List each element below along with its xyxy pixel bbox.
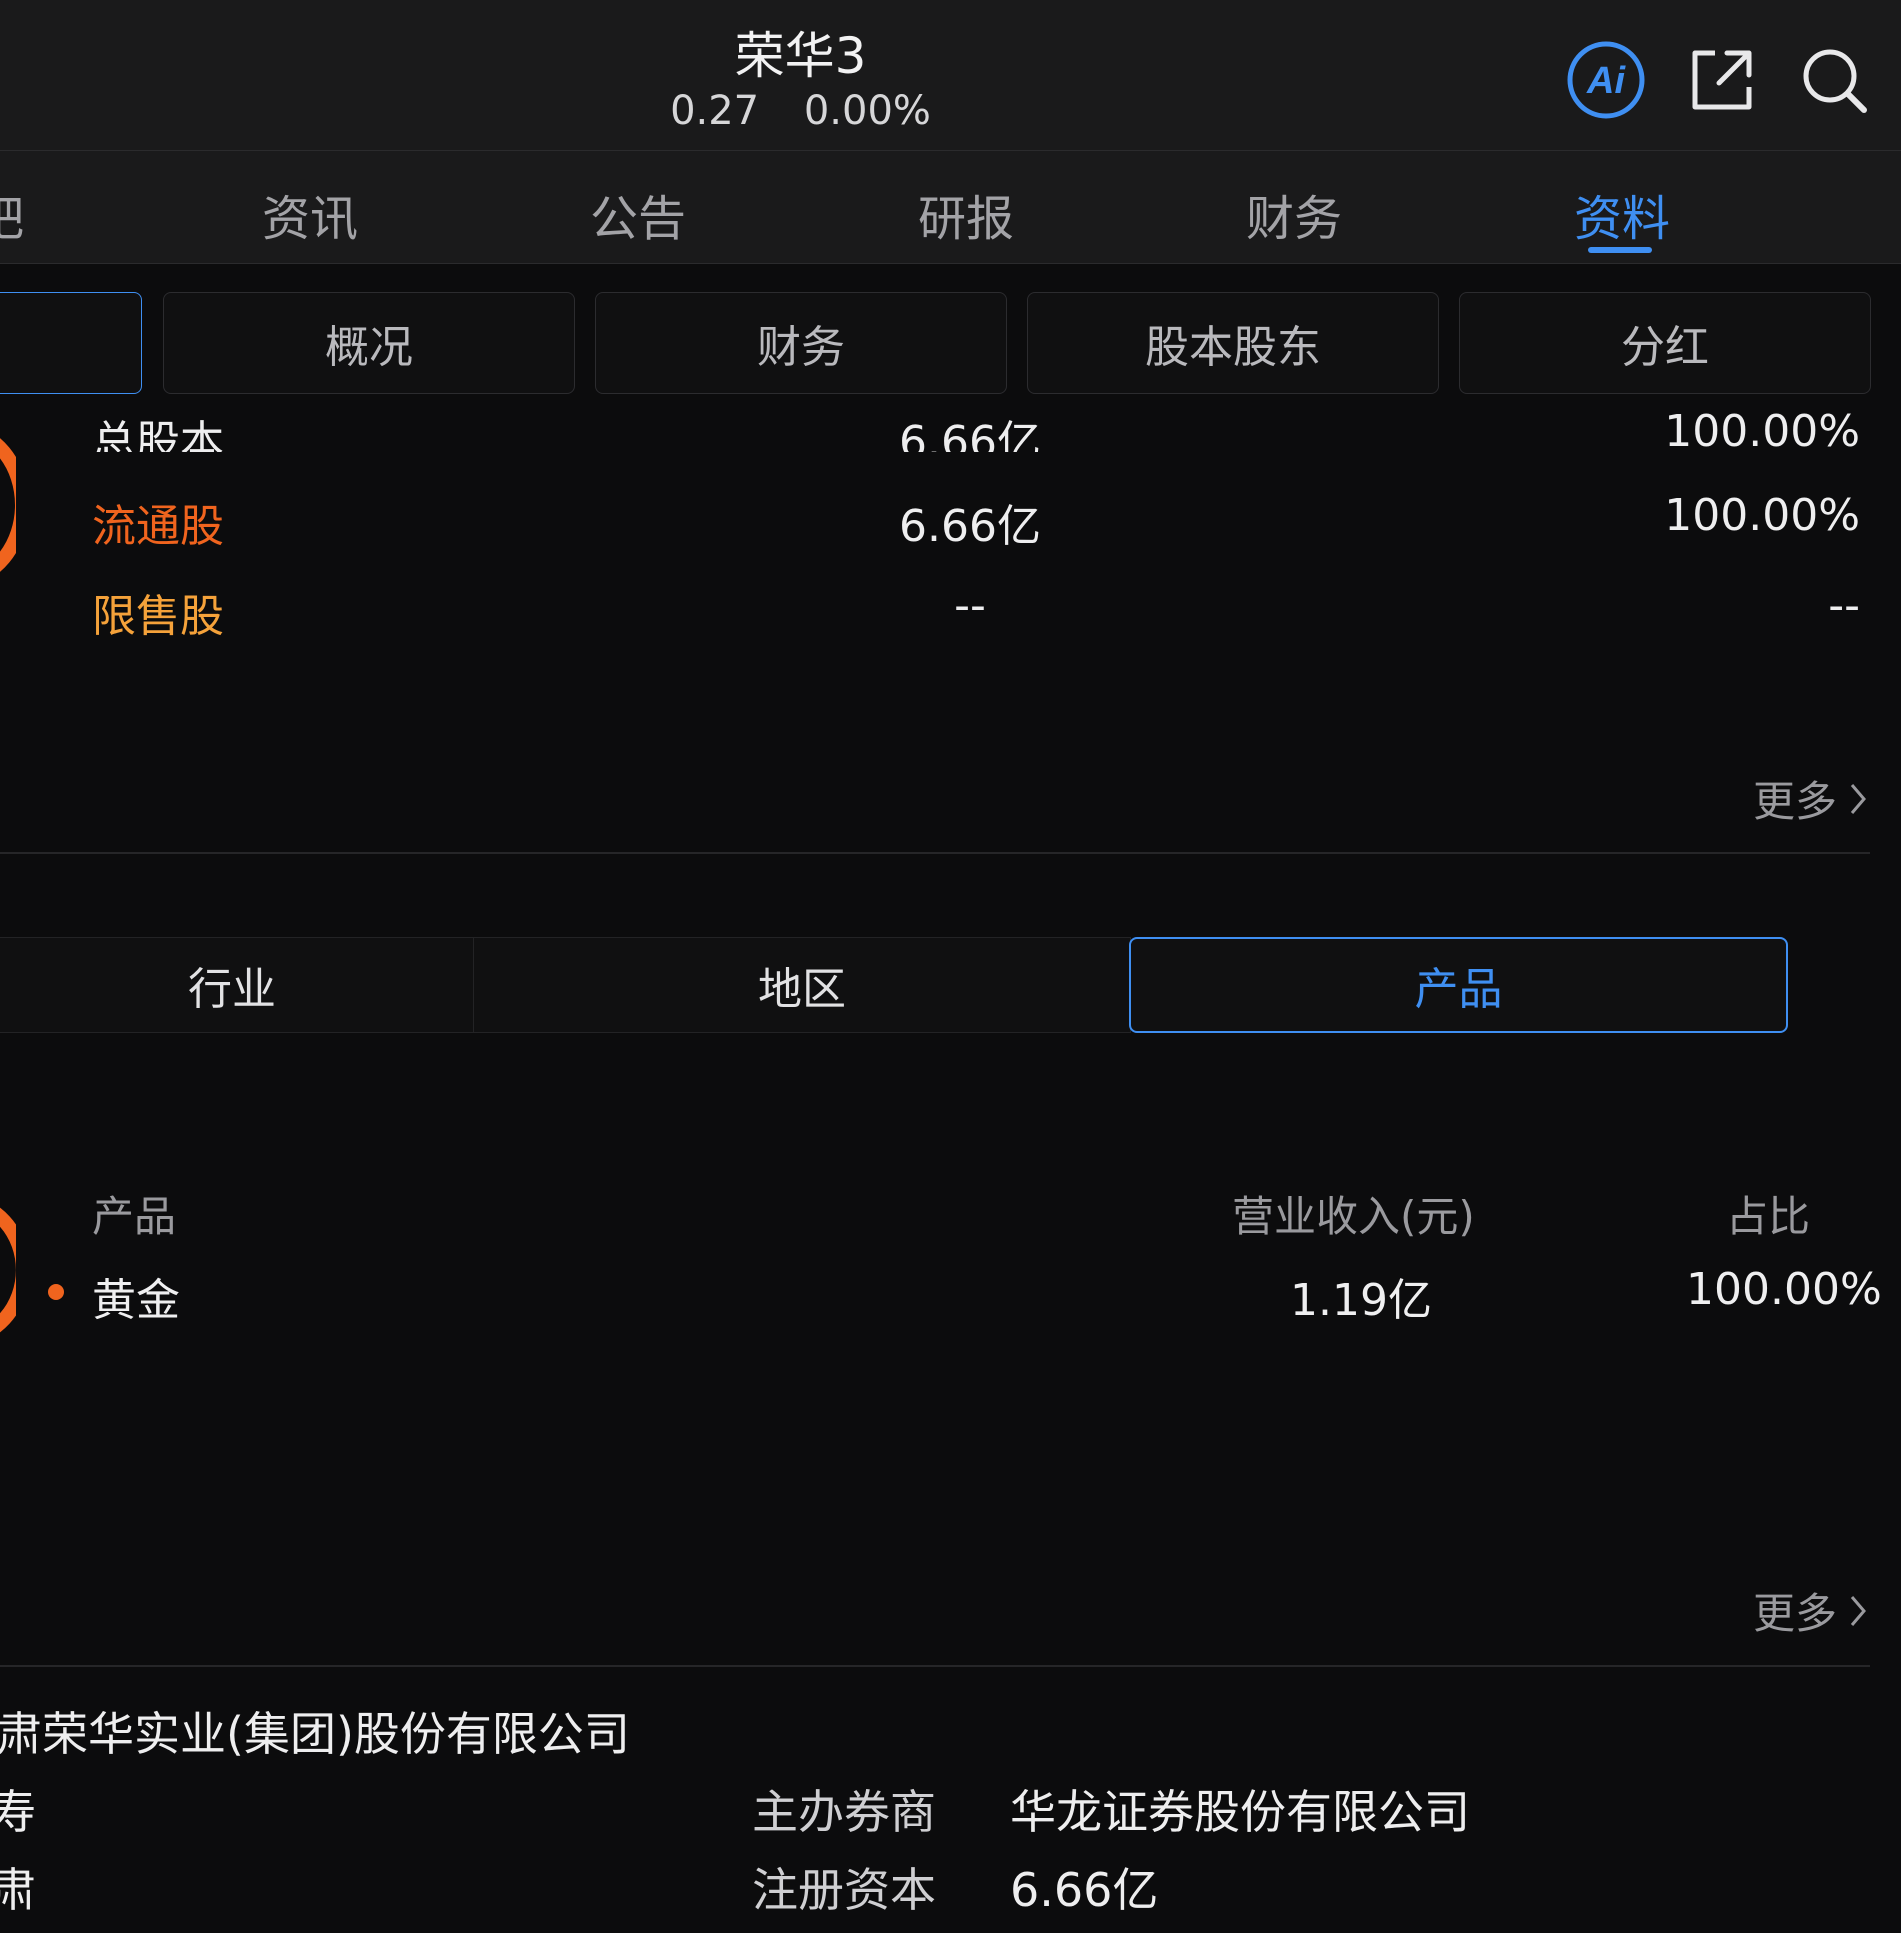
- ai-icon[interactable]: Ai: [1564, 38, 1648, 122]
- subtab-shareholders[interactable]: 股本股东: [1027, 292, 1439, 394]
- segment-region[interactable]: 地区: [473, 937, 1131, 1033]
- equity-ratio-restricted: --: [1828, 580, 1860, 631]
- revenue-more-label: 更多: [1752, 1589, 1837, 1638]
- col-ratio: 占比: [1726, 1192, 1811, 1241]
- company-name: 肃荣华实业(集团)股份有限公司: [0, 1707, 630, 1761]
- equity-value-total: 6.66亿: [899, 417, 1041, 452]
- equity-label-restricted: 限售股: [92, 591, 224, 642]
- chevron-right-icon: [1850, 783, 1866, 814]
- stock-price: 0.27: [670, 88, 760, 134]
- equity-label-total: 总股本: [92, 417, 224, 452]
- col-product: 产品: [92, 1192, 177, 1241]
- label-registered-capital: 注册资本: [752, 1863, 936, 1917]
- subtab-first[interactable]: [0, 292, 142, 394]
- product-name: 黄金: [92, 1275, 180, 1326]
- legend-dot: [48, 1284, 64, 1300]
- company-left-value-1: 寿: [0, 1785, 36, 1839]
- revenue-donut-chart: [0, 1207, 16, 1333]
- company-left-value-2: 肃: [0, 1863, 36, 1917]
- share-icon[interactable]: [1680, 38, 1764, 122]
- equity-ratio-circulating: 100.00%: [1664, 490, 1860, 541]
- equity-more-label: 更多: [1752, 777, 1837, 826]
- section-divider: [0, 852, 1870, 854]
- segment-industry[interactable]: 行业: [0, 937, 474, 1033]
- revenue-more-link[interactable]: 更多: [1753, 1580, 1867, 1641]
- page: 荣华3 0.27 0.00% Ai 吧 资讯 公告 研报 财务 资料 概况 财务…: [0, 0, 1901, 1933]
- equity-more-link[interactable]: 更多: [1753, 768, 1867, 829]
- product-revenue: 1.19亿: [1290, 1275, 1432, 1326]
- header-bar: 荣华3 0.27 0.00% Ai: [0, 0, 1901, 150]
- value-sponsor: 华龙证券股份有限公司: [1010, 1785, 1470, 1839]
- col-revenue: 营业收入(元): [1232, 1192, 1475, 1241]
- subtab-finance[interactable]: 财务: [595, 292, 1007, 394]
- stock-title: 荣华3: [734, 27, 867, 85]
- equity-ratio-total: 100.00%: [1664, 406, 1860, 452]
- active-tab-indicator: [1588, 247, 1652, 253]
- stock-change: 0.00%: [803, 88, 931, 134]
- section-divider: [0, 1665, 1870, 1667]
- tab-finance[interactable]: 财务: [1246, 179, 1342, 249]
- tab-research[interactable]: 研报: [918, 179, 1014, 249]
- equity-value-restricted: --: [954, 580, 986, 631]
- segment-product[interactable]: 产品: [1129, 937, 1788, 1033]
- subtab-overview[interactable]: 概况: [163, 292, 575, 394]
- subtab-dividends[interactable]: 分红: [1459, 292, 1871, 394]
- value-registered-capital: 6.66亿: [1010, 1863, 1159, 1917]
- tab-news[interactable]: 资讯: [262, 179, 358, 249]
- tab-guba[interactable]: 吧: [0, 179, 24, 249]
- tab-announcements[interactable]: 公告: [590, 179, 686, 249]
- search-icon[interactable]: [1792, 38, 1876, 122]
- equity-row-total: 总股本 6.66亿 100.00%: [0, 396, 1901, 452]
- label-sponsor: 主办券商: [752, 1785, 936, 1839]
- chevron-right-icon: [1850, 1595, 1866, 1626]
- stock-quote: 0.27 0.00%: [0, 88, 1601, 134]
- ai-icon-label: Ai: [1586, 60, 1626, 102]
- equity-label-circulating: 流通股: [92, 501, 224, 552]
- main-tab-bar: 吧 资讯 公告 研报 财务 资料: [0, 150, 1901, 264]
- tab-profile[interactable]: 资料: [1574, 179, 1670, 249]
- equity-value-circulating: 6.66亿: [899, 501, 1041, 552]
- product-ratio: 100.00%: [1686, 1264, 1882, 1315]
